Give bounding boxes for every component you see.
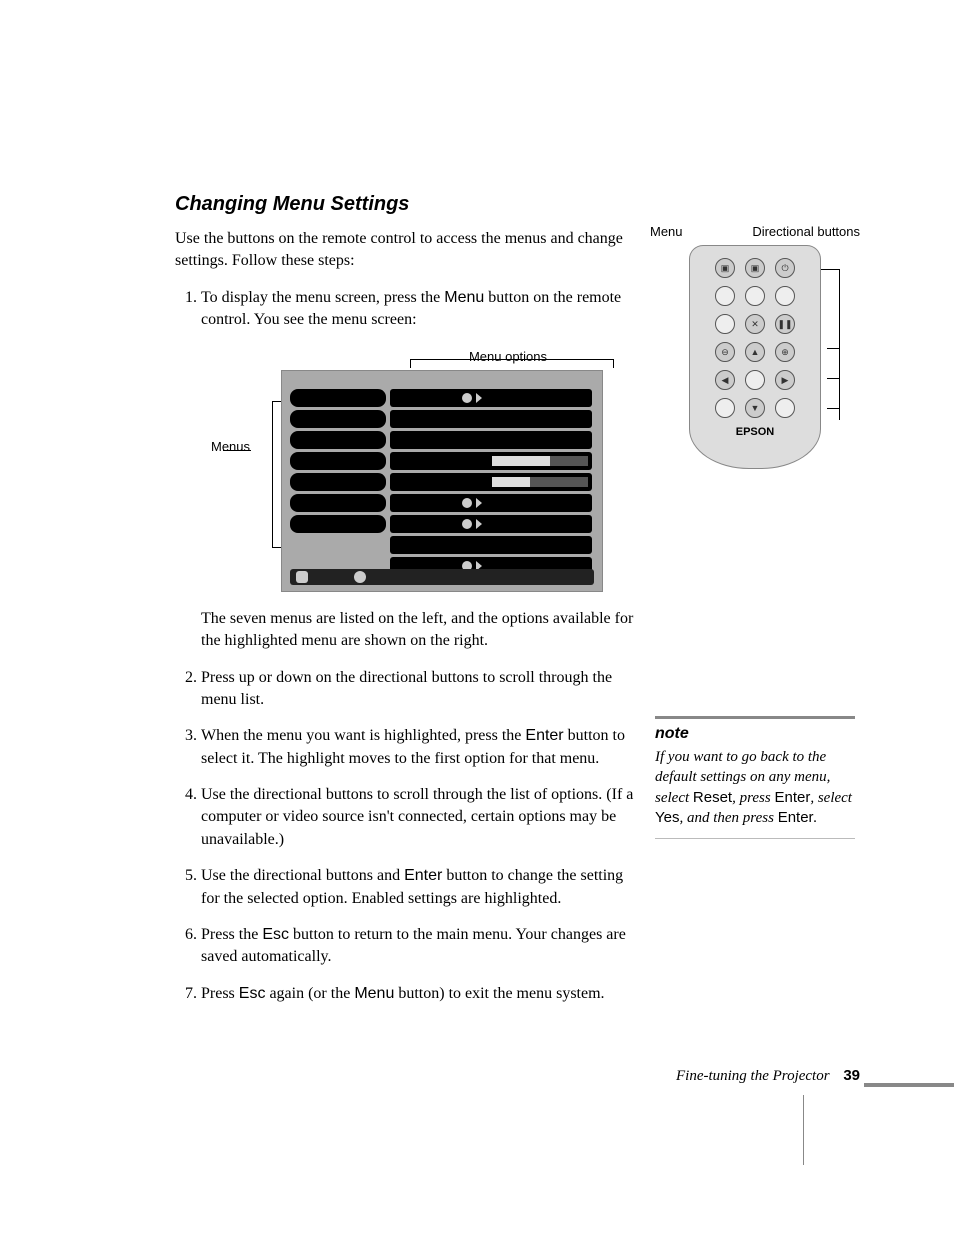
remote-button-icon: [745, 286, 765, 306]
remote-button-icon: [775, 398, 795, 418]
remote-brand-label: EPSON: [690, 426, 820, 438]
remote-menu-label: Menu: [650, 224, 683, 239]
remote-power-button-icon: ⏻: [775, 258, 795, 278]
remote-control-diagram: Menu Directional buttons ▣ ▣ ⏻: [650, 224, 860, 469]
step-4: Use the directional buttons to scroll th…: [201, 784, 635, 851]
step7-text-b: again (or the: [265, 985, 354, 1002]
menu-footer-bar: [290, 569, 594, 585]
steps-list: To display the menu screen, press the Me…: [175, 287, 635, 1005]
note-sidebar: note If you want to go back to the defau…: [655, 716, 855, 839]
remote-down-button-icon: ▼: [745, 398, 765, 418]
remote-menu-button-icon: ▣: [745, 258, 765, 278]
esc-button-ref-2: Esc: [239, 985, 266, 1002]
step7-text-a: Press: [201, 985, 239, 1002]
menu-list-column: [290, 389, 386, 536]
page-footer: Fine-tuning the Projector 39: [676, 1067, 860, 1085]
remote-right-button-icon: ▶: [775, 370, 795, 390]
page-edge-rule: [803, 1095, 804, 1165]
enter-button-ref: Enter: [525, 727, 563, 744]
menu-button-ref: Menu: [444, 289, 484, 306]
yes-ref: Yes: [655, 809, 679, 826]
remote-mute-button-icon: ✕: [745, 314, 765, 334]
note-body: If you want to go back to the default se…: [655, 747, 855, 839]
step6-text-a: Press the: [201, 926, 262, 943]
enter-ref-2: Enter: [778, 809, 814, 826]
step-1: To display the menu screen, press the Me…: [201, 287, 635, 653]
step-2: Press up or down on the directional butt…: [201, 667, 635, 712]
chapter-title: Fine-tuning the Projector: [676, 1068, 830, 1084]
step-3: When the menu you want is highlighted, p…: [201, 725, 635, 770]
note-text: , select: [810, 790, 852, 806]
note-title: note: [655, 725, 855, 743]
note-text: .: [814, 810, 818, 826]
menu-options-column: [390, 389, 592, 578]
remote-left-button-icon: ◀: [715, 370, 735, 390]
remote-zoom-out-icon: ⊖: [715, 342, 735, 362]
intro-paragraph: Use the buttons on the remote control to…: [175, 228, 635, 273]
step3-text-a: When the menu you want is highlighted, p…: [201, 727, 525, 744]
note-text: , press: [732, 790, 774, 806]
menu-screen-diagram: Menu options Menus: [261, 348, 635, 592]
step1-after-text: The seven menus are listed on the left, …: [201, 608, 635, 653]
remote-button-icon: [715, 398, 735, 418]
step-7: Press Esc again (or the Menu button) to …: [201, 983, 635, 1005]
enter-button-ref-2: Enter: [404, 867, 442, 884]
remote-button-icon: [715, 314, 735, 334]
remote-zoom-in-icon: ⊕: [775, 342, 795, 362]
remote-button-icon: [715, 286, 735, 306]
remote-directional-label: Directional buttons: [752, 224, 860, 239]
remote-up-button-icon: ▲: [745, 342, 765, 362]
reset-ref: Reset: [693, 789, 732, 806]
esc-button-ref: Esc: [262, 926, 289, 943]
step5-text-a: Use the directional buttons and: [201, 867, 404, 884]
enter-ref: Enter: [774, 789, 810, 806]
menu-button-ref-2: Menu: [354, 985, 394, 1002]
page-number: 39: [843, 1067, 860, 1084]
remote-button-icon: [775, 286, 795, 306]
step-6: Press the Esc button to return to the ma…: [201, 924, 635, 969]
remote-enter-button-icon: [745, 370, 765, 390]
step1-text-a: To display the menu screen, press the: [201, 289, 444, 306]
menus-label: Menus: [211, 438, 250, 456]
footer-rule: [864, 1083, 954, 1087]
section-heading: Changing Menu Settings: [175, 193, 635, 216]
note-text: , and then press: [679, 810, 777, 826]
remote-button-icon: ▣: [715, 258, 735, 278]
step7-text-c: button) to exit the menu system.: [394, 985, 604, 1002]
step-5: Use the directional buttons and Enter bu…: [201, 865, 635, 910]
remote-pause-button-icon: ❚❚: [775, 314, 795, 334]
